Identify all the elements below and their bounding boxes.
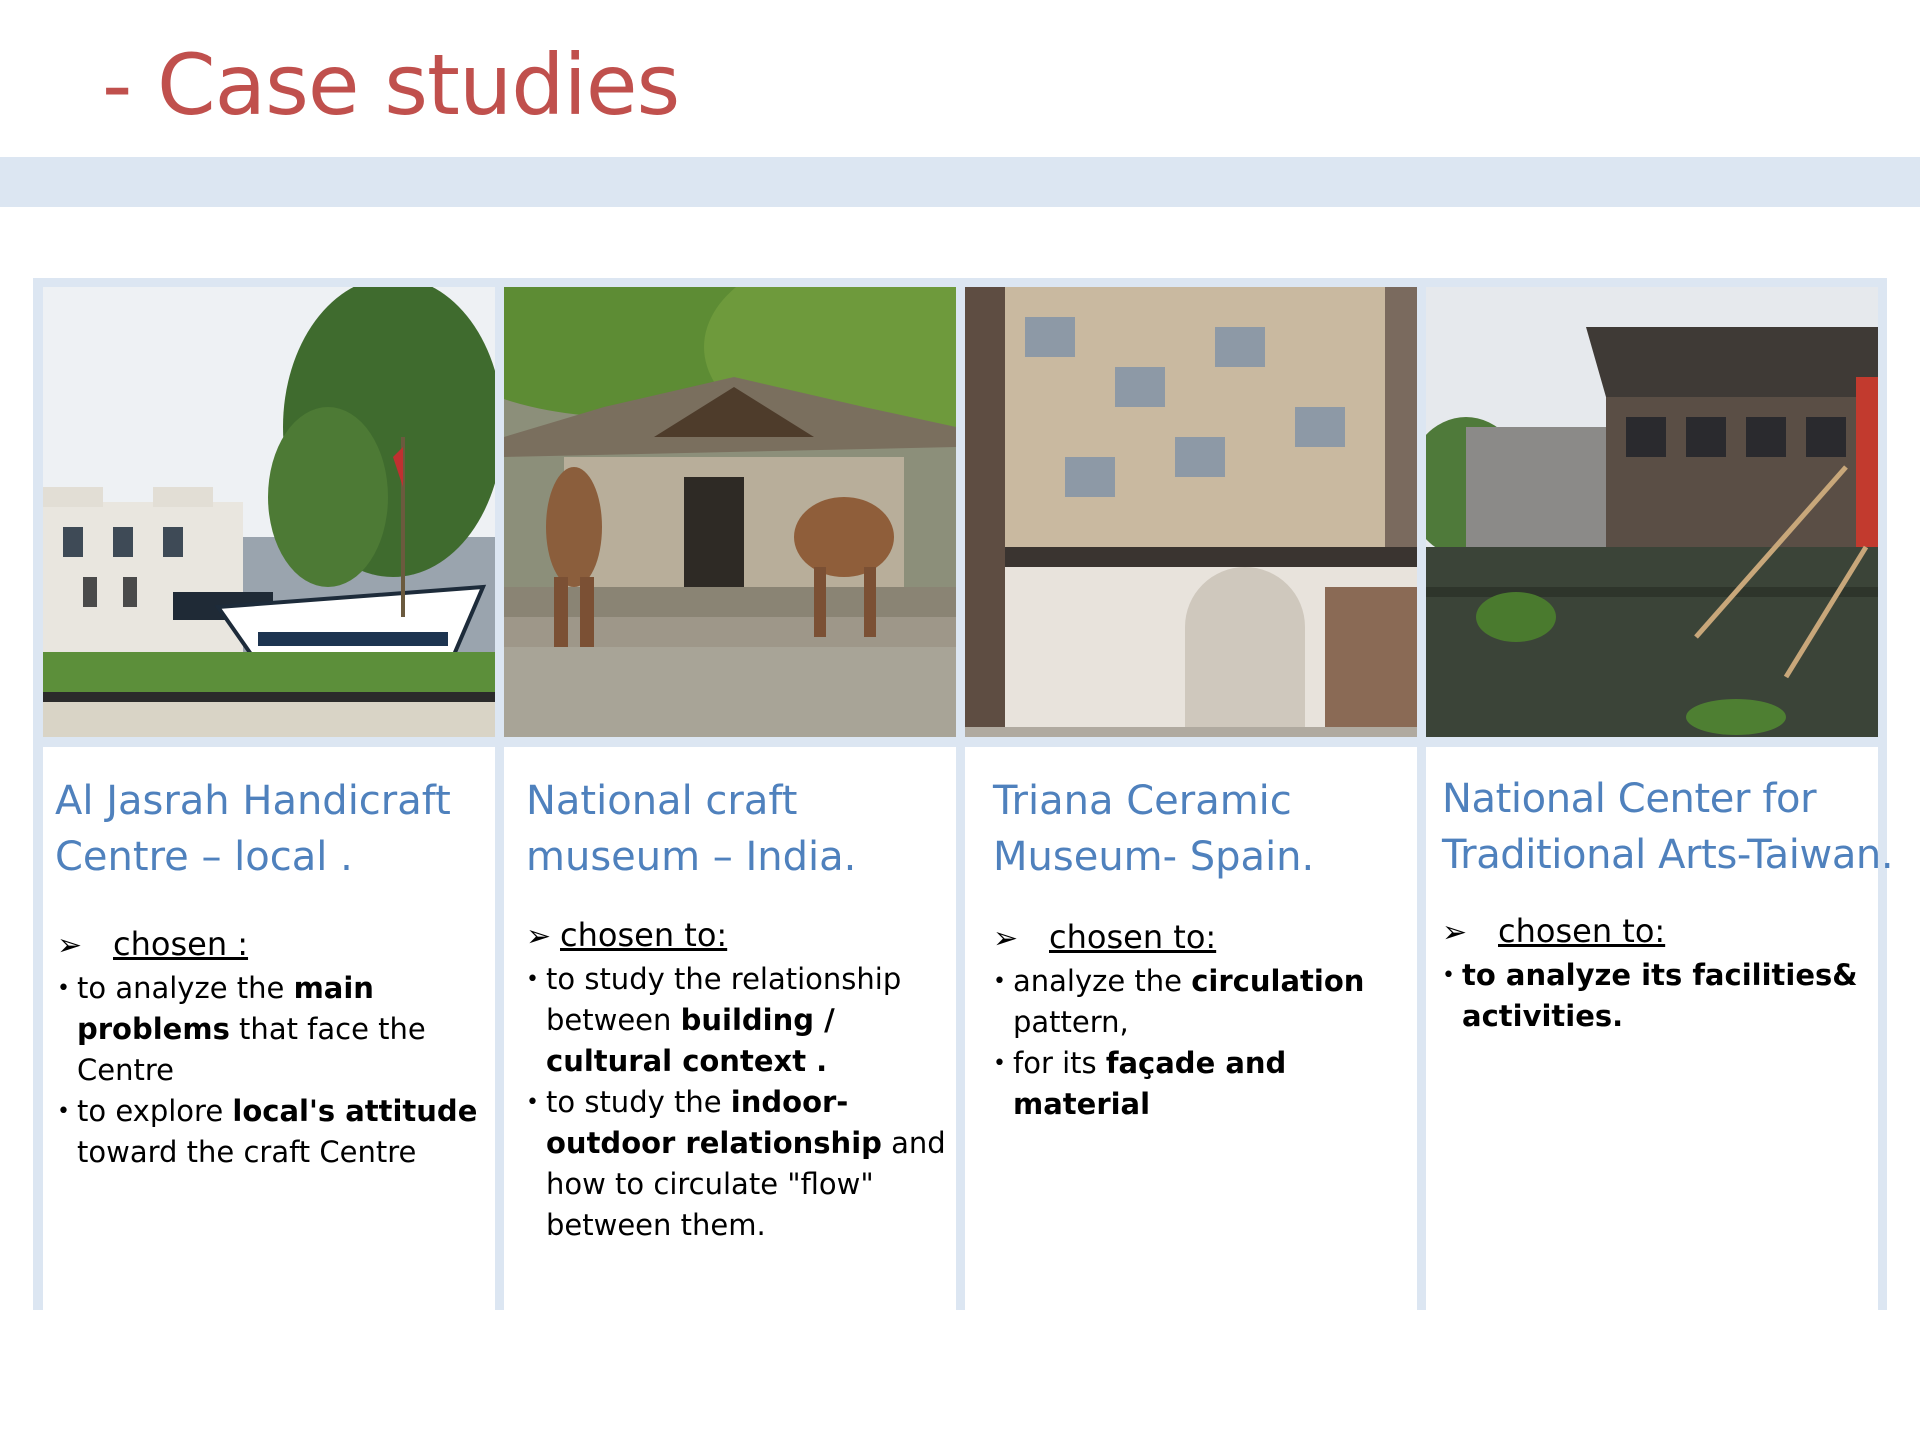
craft-museum-illustration bbox=[504, 287, 956, 737]
case-title-line: Al Jasrah Handicraft bbox=[55, 778, 451, 824]
chosen-label: chosen to: bbox=[1498, 912, 1666, 950]
reason-item: to study the indoor-outdoor relationship… bbox=[526, 1082, 956, 1246]
case-column-national-craft-museum: National craft museum – India. ➢ chosen t… bbox=[504, 287, 956, 1310]
reason-item: to explore local's attitude toward the c… bbox=[57, 1091, 489, 1173]
case-title-line: National Center for bbox=[1442, 776, 1817, 822]
traditional-arts-photo bbox=[1426, 287, 1878, 737]
reason-list: to analyze its facilities& activities. bbox=[1442, 955, 1872, 1037]
case-title-line: Triana Ceramic bbox=[993, 778, 1292, 824]
reason-item: analyze the circulation pattern, bbox=[993, 961, 1413, 1043]
reason-list: analyze the circulation pattern,for its … bbox=[993, 961, 1413, 1125]
case-title: Triana Ceramic Museum- Spain. bbox=[993, 773, 1433, 885]
photo-separator bbox=[504, 737, 956, 747]
ceramic-museum-photo bbox=[965, 287, 1417, 737]
arrow-bullet-icon: ➢ bbox=[57, 928, 83, 963]
reason-text: toward the craft Centre bbox=[77, 1135, 417, 1169]
reason-emphasis: main bbox=[293, 971, 374, 1005]
reason-emphasis: circulation bbox=[1191, 964, 1365, 998]
reason-text: to study the bbox=[546, 1085, 731, 1119]
reason-emphasis: to analyze its facilities& activities. bbox=[1462, 958, 1858, 1033]
chosen-label: chosen to: bbox=[1049, 918, 1217, 956]
case-title-line: museum – India. bbox=[526, 834, 857, 880]
case-title-line: Museum- Spain. bbox=[993, 834, 1315, 880]
photo-separator bbox=[965, 737, 1417, 747]
case-title-line: Centre – local . bbox=[55, 834, 353, 880]
case-title-line: Traditional Arts-Taiwan. bbox=[1442, 832, 1894, 878]
case-column-al-jasrah: Al Jasrah Handicraft Centre – local . ➢ c… bbox=[43, 287, 495, 1310]
case-title-line: National craft bbox=[526, 778, 798, 824]
reason-item: to analyze the main problems that face t… bbox=[57, 968, 489, 1091]
reason-list: to analyze the main problems that face t… bbox=[57, 968, 489, 1173]
reason-text: to analyze the bbox=[77, 971, 294, 1005]
handicraft-centre-illustration bbox=[43, 287, 495, 737]
arrow-bullet-icon: ➢ bbox=[993, 921, 1019, 956]
reason-item: to study the relationship between buildi… bbox=[526, 959, 956, 1082]
case-title: Al Jasrah Handicraft Centre – local . bbox=[55, 773, 495, 885]
chosen-heading: ➢ chosen to: bbox=[1442, 911, 1872, 953]
case-column-triana-ceramic-museum: Triana Ceramic Museum- Spain. ➢ chosen to… bbox=[965, 287, 1417, 1310]
photo-separator bbox=[43, 737, 495, 747]
photo-separator bbox=[1426, 737, 1878, 747]
page-title: - Case studies bbox=[102, 36, 680, 134]
header-band bbox=[0, 157, 1920, 207]
reason-text: pattern, bbox=[1013, 1005, 1129, 1039]
handicraft-centre-photo bbox=[43, 287, 495, 737]
reason-text: for its bbox=[1013, 1046, 1106, 1080]
chosen-label: chosen : bbox=[113, 925, 249, 963]
reason-emphasis: problems bbox=[77, 1012, 230, 1046]
case-title: National craft museum – India. bbox=[526, 773, 966, 885]
chosen-heading: ➢ chosen : bbox=[57, 924, 487, 966]
arrow-bullet-icon: ➢ bbox=[1442, 915, 1468, 950]
chosen-heading: ➢ chosen to: bbox=[993, 917, 1423, 959]
chosen-label: chosen to: bbox=[560, 916, 728, 954]
chosen-heading: ➢ chosen to: bbox=[526, 915, 956, 957]
case-title: National Center for Traditional Arts-Tai… bbox=[1442, 771, 1894, 883]
reason-list: to study the relationship between buildi… bbox=[526, 959, 956, 1246]
reason-item: for its façade and material bbox=[993, 1043, 1413, 1125]
traditional-arts-illustration bbox=[1426, 287, 1878, 737]
craft-museum-photo bbox=[504, 287, 956, 737]
case-column-traditional-arts-taiwan: National Center for Traditional Arts-Tai… bbox=[1426, 287, 1894, 1310]
arrow-bullet-icon: ➢ bbox=[526, 919, 552, 954]
reason-text: to explore bbox=[77, 1094, 233, 1128]
reason-emphasis: local's attitude bbox=[232, 1094, 478, 1128]
reason-text: analyze the bbox=[1013, 964, 1192, 998]
reason-item: to analyze its facilities& activities. bbox=[1442, 955, 1872, 1037]
ceramic-museum-illustration bbox=[965, 287, 1417, 737]
